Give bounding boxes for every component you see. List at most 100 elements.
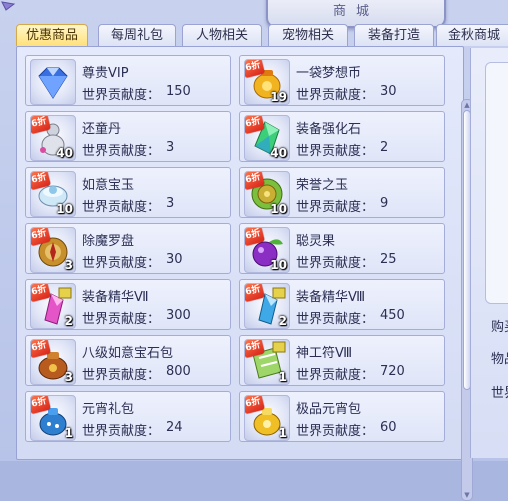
item-name: 荣誉之玉 — [296, 178, 349, 193]
item-name: 八级如意宝石包 — [82, 346, 174, 361]
item-name: 还童丹 — [82, 122, 122, 137]
item-slot: 6折 40 — [244, 115, 290, 161]
item-count: 3 — [64, 258, 73, 272]
price-label: 世界贡献度： — [296, 424, 375, 439]
tab-discount[interactable]: 优惠商品 — [16, 24, 88, 46]
shop-item[interactable]: 6折 3 八级如意宝石包 世界贡献度： 800 — [25, 335, 231, 386]
price-value: 60 — [380, 420, 397, 435]
item-name: 神工符Ⅷ — [296, 346, 353, 361]
side-label-item: 物品 — [491, 352, 508, 367]
item-name: 装备精华Ⅶ — [82, 290, 149, 305]
window-title: 商城 — [332, 4, 379, 19]
tab-character[interactable]: 人物相关 — [182, 24, 262, 46]
shop-item[interactable]: 尊贵VIP 世界贡献度： 150 — [25, 55, 231, 106]
item-count: 2 — [64, 314, 73, 328]
price-value: 300 — [166, 308, 191, 323]
price-label: 世界贡献度： — [82, 312, 161, 327]
price-label: 世界贡献度： — [296, 256, 375, 271]
item-slot: 6折 10 — [244, 227, 290, 273]
price-value: 2 — [380, 140, 389, 155]
item-count: 10 — [270, 258, 287, 272]
item-name: 元宵礼包 — [82, 402, 135, 417]
shop-item[interactable]: 6折 40 装备强化石 世界贡献度： 2 — [239, 111, 445, 162]
item-name: 聪灵果 — [296, 234, 336, 249]
tab-equipment-forge[interactable]: 装备打造 — [354, 24, 434, 46]
item-count: 1 — [64, 426, 73, 440]
shop-item[interactable]: 6折 1 极品元宵包 世界贡献度： 60 — [239, 391, 445, 442]
price-value: 3 — [166, 140, 175, 155]
shop-item[interactable]: 6折 10 荣誉之玉 世界贡献度： 9 — [239, 167, 445, 218]
item-name: 如意宝玉 — [82, 178, 135, 193]
price-value: 30 — [380, 84, 397, 99]
item-slot: 6折 3 — [30, 339, 76, 385]
item-count: 40 — [56, 146, 73, 160]
item-count: 3 — [64, 370, 73, 384]
side-label-buy: 购买 — [491, 320, 508, 335]
item-preview-box — [485, 62, 508, 304]
diamond-icon — [38, 67, 68, 99]
item-slot: 6折 1 — [244, 339, 290, 385]
shop-item[interactable]: 6折 1 元宵礼包 世界贡献度： 24 — [25, 391, 231, 442]
side-label-world: 世界 — [491, 386, 508, 401]
item-slot: 6折 19 — [244, 59, 290, 105]
item-count: 1 — [278, 426, 287, 440]
item-name: 一袋梦想币 — [296, 66, 362, 81]
price-value: 30 — [166, 252, 183, 267]
price-label: 世界贡献度： — [296, 88, 375, 103]
shop-item[interactable]: 6折 10 如意宝玉 世界贡献度： 3 — [25, 167, 231, 218]
tab-weekly-gift[interactable]: 每周礼包 — [98, 24, 176, 46]
shop-item[interactable]: 6折 40 还童丹 世界贡献度： 3 — [25, 111, 231, 162]
item-count: 10 — [56, 202, 73, 216]
item-name: 极品元宵包 — [296, 402, 362, 417]
price-value: 3 — [166, 196, 175, 211]
price-value: 450 — [380, 308, 405, 323]
price-label: 世界贡献度： — [82, 368, 161, 383]
price-value: 150 — [166, 84, 191, 99]
item-slot: 6折 1 — [244, 395, 290, 441]
price-value: 800 — [166, 364, 191, 379]
price-label: 世界贡献度： — [82, 200, 161, 215]
item-count: 2 — [278, 314, 287, 328]
item-name: 尊贵VIP — [82, 66, 129, 81]
item-count: 10 — [270, 202, 287, 216]
item-slot: 6折 10 — [244, 171, 290, 217]
price-label: 世界贡献度： — [296, 368, 375, 383]
shop-item[interactable]: 6折 2 装备精华Ⅶ 世界贡献度： 300 — [25, 279, 231, 330]
item-slot: 6折 2 — [244, 283, 290, 329]
item-slot: 6折 10 — [30, 171, 76, 217]
item-name: 除魔罗盘 — [82, 234, 135, 249]
scroll-down-icon[interactable]: ▼ — [462, 491, 472, 499]
shop-item[interactable]: 6折 19 一袋梦想币 世界贡献度： 30 — [239, 55, 445, 106]
price-label: 世界贡献度： — [296, 200, 375, 215]
corner-ornament-icon — [1, 1, 16, 11]
item-name: 装备强化石 — [296, 122, 362, 137]
item-slot: 6折 3 — [30, 227, 76, 273]
shop-window: 商城 优惠商品 每周礼包 人物相关 宠物相关 装备打造 金秋商城 尊贵VIP 世… — [0, 0, 508, 501]
item-slot: 6折 1 — [30, 395, 76, 441]
shop-item[interactable]: 6折 2 装备精华Ⅷ 世界贡献度： 450 — [239, 279, 445, 330]
item-list-panel: 尊贵VIP 世界贡献度： 150 6折 19 一袋梦想币 世界贡献度： 30 6… — [16, 46, 473, 501]
tab-autumn-shop[interactable]: 金秋商城 — [436, 24, 508, 46]
shop-item[interactable]: 6折 3 除魔罗盘 世界贡献度： 30 — [25, 223, 231, 274]
item-slot: 6折 40 — [30, 115, 76, 161]
item-slot — [30, 59, 76, 105]
price-label: 世界贡献度： — [82, 144, 161, 159]
price-label: 世界贡献度： — [82, 88, 161, 103]
tab-bar: 优惠商品 每周礼包 人物相关 宠物相关 装备打造 金秋商城 — [16, 24, 508, 46]
item-count: 40 — [270, 146, 287, 160]
price-label: 世界贡献度： — [296, 312, 375, 327]
price-value: 9 — [380, 196, 389, 211]
shop-item[interactable]: 6折 1 神工符Ⅷ 世界贡献度： 720 — [239, 335, 445, 386]
price-label: 世界贡献度： — [82, 256, 161, 271]
price-value: 720 — [380, 364, 405, 379]
item-slot: 6折 2 — [30, 283, 76, 329]
price-value: 24 — [166, 420, 183, 435]
price-value: 25 — [380, 252, 397, 267]
tab-pet[interactable]: 宠物相关 — [268, 24, 348, 46]
item-count: 1 — [278, 370, 287, 384]
price-label: 世界贡献度： — [82, 424, 161, 439]
item-count: 19 — [270, 90, 287, 104]
shop-item[interactable]: 6折 10 聪灵果 世界贡献度： 25 — [239, 223, 445, 274]
item-name: 装备精华Ⅷ — [296, 290, 366, 305]
purchase-side-panel: 购买 物品 世界 — [470, 48, 508, 458]
